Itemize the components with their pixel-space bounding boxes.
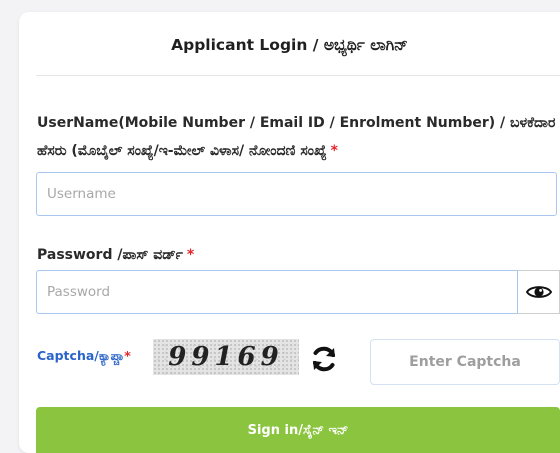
- required-asterisk: *: [330, 143, 338, 159]
- refresh-icon: [313, 346, 335, 372]
- captcha-label-text: Captcha/ಕ್ಯಾಪ್ಚಾ: [37, 348, 125, 363]
- username-label: UserName(Mobile Number / Email ID / Enro…: [37, 115, 555, 131]
- username-label-continued: ಹೆಸರು (ಮೊಬೈಲ್ ಸಂಖ್ಯೆ/ಇ-ಮೇಲ್ ವಿಳಾಸ/ ನೋಂದಣ…: [37, 143, 338, 159]
- password-label-text: Password /ಪಾಸ್ ವರ್ಡ್: [37, 247, 183, 263]
- required-asterisk: *: [124, 348, 131, 363]
- eye-icon: [525, 286, 552, 298]
- sign-in-button[interactable]: Sign in/ಸೈನ್ ಇನ್: [36, 407, 560, 453]
- password-label: Password /ಪಾಸ್ ವರ್ಡ್ *: [37, 247, 194, 263]
- show-password-button[interactable]: [518, 270, 560, 314]
- captcha-label: Captcha/ಕ್ಯಾಪ್ಚಾ*: [37, 348, 131, 364]
- captcha-image: 99169: [153, 339, 299, 375]
- title-divider: [36, 75, 560, 76]
- captcha-code: 99169: [168, 342, 284, 372]
- password-input[interactable]: [36, 270, 518, 314]
- page-title: Applicant Login / ಅಭ್ಯರ್ಥಿ ಲಾಗಿನ್: [171, 36, 408, 54]
- captcha-input[interactable]: [370, 339, 560, 385]
- login-card: [19, 12, 560, 453]
- username-label-text-2: ಹೆಸರು (ಮೊಬೈಲ್ ಸಂಖ್ಯೆ/ಇ-ಮೇಲ್ ವಿಳಾಸ/ ನೋಂದಣ…: [37, 143, 327, 159]
- username-label-text: UserName(Mobile Number / Email ID / Enro…: [37, 115, 556, 131]
- required-asterisk: *: [186, 247, 195, 263]
- username-input[interactable]: [36, 172, 557, 216]
- refresh-captcha-button[interactable]: [307, 342, 341, 376]
